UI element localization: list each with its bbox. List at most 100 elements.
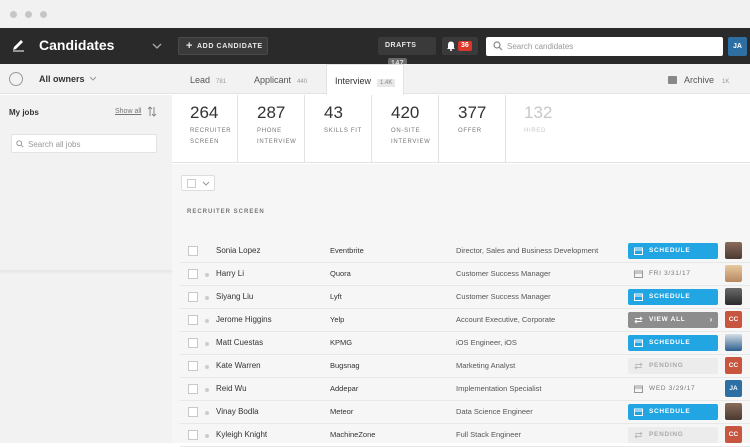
row-checkbox[interactable] bbox=[188, 430, 198, 440]
table-row[interactable]: Kyleigh Knight MachineZone Full Stack En… bbox=[180, 424, 750, 447]
table-row[interactable]: Sonia Lopez Eventbrite Director, Sales a… bbox=[180, 240, 750, 263]
schedule-button[interactable]: SCHEDULE bbox=[628, 289, 718, 305]
search-candidates[interactable] bbox=[486, 37, 723, 56]
select-all-checkbox[interactable] bbox=[187, 179, 196, 188]
top-bar: Candidates +ADD CANDIDATE DRAFTS147 36 J… bbox=[0, 28, 750, 69]
row-checkbox[interactable] bbox=[188, 407, 198, 417]
row-checkbox[interactable] bbox=[188, 246, 198, 256]
table-row[interactable]: Harry Li Quora Customer Success Manager … bbox=[180, 263, 750, 286]
notifications-button[interactable]: 36 bbox=[442, 37, 478, 55]
drafts-button[interactable]: DRAFTS147 bbox=[378, 37, 436, 69]
stage-onsite-interview[interactable]: 420 ON-SITE INTERVIEW bbox=[373, 95, 439, 163]
sort-icon[interactable] bbox=[147, 106, 157, 117]
tab-count: 1.4K bbox=[377, 79, 396, 87]
table-row[interactable]: Jerome Higgins Yelp Account Executive, C… bbox=[180, 309, 750, 332]
show-all-link[interactable]: Show all bbox=[115, 108, 141, 115]
chevron-right-icon: › bbox=[709, 315, 713, 324]
pending-status[interactable]: PENDING bbox=[628, 358, 718, 374]
candidate-name[interactable]: Matt Cuestas bbox=[216, 338, 263, 347]
section-title: RECRUITER SCREEN bbox=[187, 209, 265, 215]
table-row[interactable]: Vinay Bodla Meteor Data Science Engineer… bbox=[180, 401, 750, 424]
candidate-job-title: Marketing Analyst bbox=[456, 361, 516, 370]
window-dot[interactable] bbox=[25, 11, 32, 18]
row-checkbox[interactable] bbox=[188, 315, 198, 325]
window-dot[interactable] bbox=[40, 11, 47, 18]
owners-icon bbox=[9, 72, 23, 86]
action-label: SCHEDULE bbox=[649, 247, 691, 254]
view-all-button[interactable]: VIEW ALL › bbox=[628, 312, 718, 328]
pending-status[interactable]: PENDING bbox=[628, 427, 718, 443]
stage-count: 132 bbox=[524, 103, 553, 122]
candidate-job-title: Director, Sales and Business Development bbox=[456, 246, 599, 255]
calendar-icon bbox=[634, 293, 643, 301]
table-row[interactable]: Matt Cuestas KPMG iOS Engineer, iOS SCHE… bbox=[180, 332, 750, 355]
candidate-list: RECRUITER SCREEN Sonia Lopez Eventbrite … bbox=[172, 164, 750, 447]
action-label: SCHEDULE bbox=[649, 293, 691, 300]
tab-count: 781 bbox=[216, 79, 227, 85]
pencil-icon[interactable] bbox=[11, 38, 25, 52]
scheduled-date[interactable]: WED 3/29/17 bbox=[628, 381, 718, 397]
page-title: Candidates bbox=[39, 37, 115, 53]
candidate-company: Addepar bbox=[330, 384, 359, 393]
candidate-name[interactable]: Kyleigh Knight bbox=[216, 430, 267, 439]
schedule-button[interactable]: SCHEDULE bbox=[628, 335, 718, 351]
stage-hired[interactable]: 132 HIRED bbox=[506, 95, 572, 163]
bulk-select[interactable] bbox=[181, 175, 215, 191]
stage-recruiter-screen[interactable]: 264 RECRUITER SCREEN bbox=[172, 95, 238, 163]
row-checkbox[interactable] bbox=[188, 292, 198, 302]
add-candidate-button[interactable]: + ADD CANDIDATE bbox=[178, 37, 268, 55]
candidate-name[interactable]: Kate Warren bbox=[216, 361, 261, 370]
search-jobs[interactable] bbox=[11, 134, 157, 153]
stage-phone-interview[interactable]: 287 PHONE INTERVIEW bbox=[239, 95, 305, 163]
tab-interview[interactable]: Interview 1.4K bbox=[326, 64, 405, 95]
candidate-company: Eventbrite bbox=[330, 246, 364, 255]
schedule-button[interactable]: SCHEDULE bbox=[628, 404, 718, 420]
candidate-name[interactable]: Harry Li bbox=[216, 269, 244, 278]
archive-count: 1K bbox=[722, 79, 730, 85]
calendar-icon bbox=[634, 385, 643, 393]
stage-offer[interactable]: 377 OFFER bbox=[440, 95, 506, 163]
candidate-company: Lyft bbox=[330, 292, 342, 301]
candidate-name[interactable]: Reid Wu bbox=[216, 384, 247, 393]
chevron-down-icon[interactable] bbox=[151, 40, 163, 52]
candidate-job-title: iOS Engineer, iOS bbox=[456, 338, 517, 347]
action-label: SCHEDULE bbox=[649, 339, 691, 346]
table-row[interactable]: Siyang Liu Lyft Customer Success Manager… bbox=[180, 286, 750, 309]
scheduled-date[interactable]: FRI 3/31/17 bbox=[628, 266, 718, 282]
table-row[interactable]: Reid Wu Addepar Implementation Specialis… bbox=[180, 378, 750, 401]
tab-applicant[interactable]: Applicant 440 bbox=[254, 64, 307, 94]
status-dot bbox=[205, 296, 209, 300]
window-dot[interactable] bbox=[10, 11, 17, 18]
candidate-job-title: Customer Success Manager bbox=[456, 292, 551, 301]
tab-label: Applicant bbox=[254, 75, 292, 85]
candidate-name[interactable]: Vinay Bodla bbox=[216, 407, 259, 416]
action-label: WED 3/29/17 bbox=[649, 385, 696, 392]
candidate-job-title: Data Science Engineer bbox=[456, 407, 533, 416]
row-checkbox[interactable] bbox=[188, 361, 198, 371]
row-checkbox[interactable] bbox=[188, 269, 198, 279]
search-input[interactable] bbox=[507, 39, 717, 54]
owners-filter[interactable]: All owners bbox=[0, 64, 172, 94]
schedule-button[interactable]: SCHEDULE bbox=[628, 243, 718, 259]
owners-label: All owners bbox=[39, 74, 85, 84]
candidate-name[interactable]: Sonia Lopez bbox=[216, 246, 260, 255]
tab-lead[interactable]: Lead 781 bbox=[190, 64, 226, 94]
stage-skills-fit[interactable]: 43 SKILLS FIT bbox=[306, 95, 372, 163]
archive-tab[interactable]: Archive 1K bbox=[668, 64, 729, 94]
table-row[interactable]: Kate Warren Bugsnag Marketing Analyst PE… bbox=[180, 355, 750, 378]
candidate-company: MachineZone bbox=[330, 430, 376, 439]
search-jobs-input[interactable] bbox=[28, 137, 153, 151]
candidate-company: Bugsnag bbox=[330, 361, 360, 370]
candidate-name[interactable]: Jerome Higgins bbox=[216, 315, 272, 324]
row-checkbox[interactable] bbox=[188, 338, 198, 348]
user-avatar[interactable]: JA bbox=[728, 37, 747, 56]
add-candidate-label: ADD CANDIDATE bbox=[197, 43, 263, 50]
sidebar: My jobs Show all bbox=[0, 95, 172, 443]
owner-badge: CC bbox=[725, 311, 742, 328]
candidate-name[interactable]: Siyang Liu bbox=[216, 292, 253, 301]
candidate-company: Meteor bbox=[330, 407, 354, 416]
action-label: PENDING bbox=[649, 431, 684, 438]
stage-summary: 264 RECRUITER SCREEN 287 PHONE INTERVIEW… bbox=[172, 95, 750, 163]
avatar bbox=[725, 265, 742, 282]
row-checkbox[interactable] bbox=[188, 384, 198, 394]
